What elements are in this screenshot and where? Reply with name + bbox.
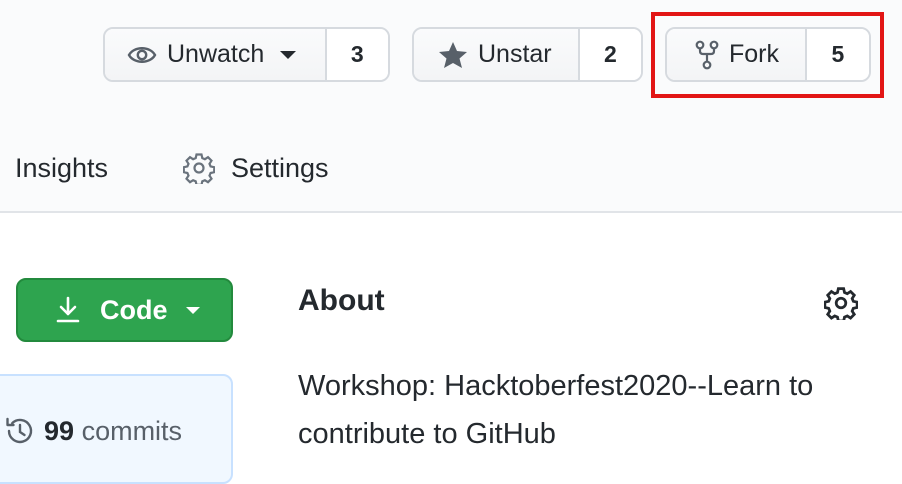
code-button-label: Code [100, 294, 168, 325]
chevron-down-icon [185, 306, 200, 314]
about-description: Workshop: Hacktoberfest2020--Learn to co… [298, 370, 814, 450]
unwatch-button[interactable]: Unwatch [105, 29, 327, 80]
watch-button-group: Unwatch 3 [103, 27, 390, 82]
tab-insights[interactable]: Insights [15, 148, 108, 188]
star-button-group: Unstar 2 [412, 27, 643, 82]
unstar-label: Unstar [478, 40, 552, 68]
fork-highlight-box [651, 12, 884, 98]
gear-icon [183, 152, 215, 184]
unstar-button[interactable]: Unstar [414, 29, 580, 80]
tab-settings-label: Settings [231, 152, 329, 183]
commits-count: 99 [44, 415, 75, 446]
history-icon [4, 415, 36, 447]
code-button[interactable]: Code [16, 278, 233, 342]
stargazers-count[interactable]: 2 [579, 29, 641, 80]
commits-link[interactable]: 99 commits [4, 411, 182, 451]
download-icon [56, 296, 80, 324]
about-heading: About [298, 284, 385, 317]
gear-icon[interactable] [823, 286, 859, 325]
tab-settings[interactable]: Settings [183, 148, 329, 188]
star-icon [438, 41, 468, 69]
commits-label: commits [81, 415, 183, 446]
unwatch-label: Unwatch [167, 40, 265, 68]
chevron-down-icon [280, 50, 297, 59]
tab-insights-label: Insights [15, 152, 109, 183]
eye-icon [127, 44, 157, 66]
watchers-count[interactable]: 3 [326, 29, 388, 80]
